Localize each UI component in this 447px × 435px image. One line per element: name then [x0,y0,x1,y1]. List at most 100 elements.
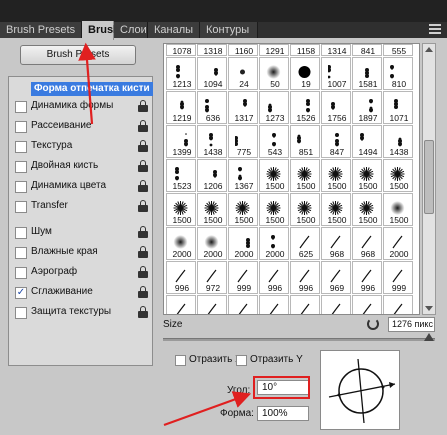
brush-tip-cell[interactable]: 1160 [228,44,258,56]
brush-tip-cell[interactable]: 1438 [383,125,413,158]
option-checkbox[interactable] [15,161,27,173]
brush-tip-cell[interactable]: 1094 [197,57,227,90]
option-checkbox[interactable] [15,227,27,239]
brush-tip-cell[interactable]: 1581 [352,57,382,90]
grid-scrollbar[interactable] [422,43,436,315]
brush-tip-cell[interactable]: 1500 [321,159,351,192]
option-checkbox[interactable] [15,121,27,133]
brush-tip-cell[interactable] [166,295,196,314]
brush-tip-cell[interactable]: 1367 [228,159,258,192]
roundness-input[interactable]: 100% [257,406,309,421]
brush-tip-cell[interactable] [228,295,258,314]
brush-tip-cell[interactable] [383,295,413,314]
brush-tip-cell[interactable]: 1897 [352,91,382,124]
brush-tip-cell[interactable]: 1438 [197,125,227,158]
flip-y-checkbox[interactable]: Отразить Y [236,354,306,368]
brush-tip-cell[interactable]: 968 [352,227,382,260]
option-checkbox[interactable] [15,247,27,259]
brush-tip-cell[interactable]: 968 [321,227,351,260]
brush-tip-cell[interactable]: 1500 [290,159,320,192]
option-checkbox[interactable] [15,101,27,113]
panel-menu-icon[interactable] [429,24,441,34]
option-row[interactable]: Двойная кисть [9,157,152,177]
option-checkbox[interactable] [15,307,27,319]
brush-tip-cell[interactable]: 1500 [197,193,227,226]
brush-tip-cell[interactable]: 996 [259,261,289,294]
option-checkbox[interactable] [15,181,27,193]
brush-tip-cell[interactable]: 969 [321,261,351,294]
brush-tip-cell[interactable]: 24 [228,57,258,90]
brush-tip-cell[interactable]: 841 [352,44,382,56]
brush-tip-cell[interactable]: 996 [166,261,196,294]
size-input[interactable]: 1276 пикс [388,317,435,332]
brush-tip-cell[interactable]: 625 [290,227,320,260]
tab-paths[interactable]: Контуры [200,22,258,38]
option-checkbox[interactable] [15,201,27,213]
flip-x-box[interactable] [175,355,186,366]
lock-icon[interactable] [138,306,148,319]
brush-tip-cell[interactable]: 996 [290,261,320,294]
brush-tip-cell[interactable]: 999 [228,261,258,294]
brush-tip-cell[interactable]: 851 [290,125,320,158]
option-row[interactable]: Аэрограф [9,263,152,283]
lock-icon[interactable] [138,120,148,133]
lock-icon[interactable] [138,226,148,239]
size-slider-thumb[interactable] [424,333,434,341]
brush-tip-cell[interactable]: 1500 [228,193,258,226]
scroll-down-arrow-icon[interactable] [425,306,433,311]
brush-tip-cell[interactable]: 1500 [352,159,382,192]
flip-y-box[interactable] [236,355,247,366]
option-checkbox[interactable] [15,267,27,279]
brush-tip-cell[interactable]: 1500 [383,193,413,226]
brush-tip-cell[interactable]: 19 [290,57,320,90]
option-checkbox[interactable] [15,141,27,153]
brush-tip-cell[interactable]: 1213 [166,57,196,90]
brush-tip-cell[interactable] [352,295,382,314]
brush-tip-cell[interactable]: 1291 [259,44,289,56]
brush-tip-cell[interactable]: 1007 [321,57,351,90]
tab-brush-presets[interactable]: Brush Presets [0,22,82,38]
brush-tip-cell[interactable]: 1500 [352,193,382,226]
option-brush-tip-shape[interactable]: Форма отпечатка кисти [9,79,153,99]
brush-tip-cell[interactable]: 972 [197,261,227,294]
option-row[interactable]: Влажные края [9,243,152,263]
option-row[interactable]: Transfer [9,197,152,217]
size-slider-track[interactable] [163,338,435,341]
brush-tip-cell[interactable]: 555 [383,44,413,56]
lock-icon[interactable] [138,160,148,173]
brush-tip-cell[interactable]: 1206 [197,159,227,192]
brush-tip-cell[interactable]: 1500 [259,159,289,192]
lock-icon[interactable] [138,266,148,279]
scrollbar-thumb[interactable] [424,140,434,214]
brush-tip-cell[interactable]: 1526 [290,91,320,124]
angle-preview-widget[interactable] [320,350,400,430]
brush-tip-cell[interactable]: 1500 [259,193,289,226]
brush-tip-cell[interactable] [197,295,227,314]
brush-tip-cell[interactable]: 636 [197,91,227,124]
brush-tip-cell[interactable]: 2000 [197,227,227,260]
brush-tip-cell[interactable] [321,295,351,314]
option-row[interactable]: Динамика цвета [9,177,152,197]
option-row[interactable]: ✓ Сглаживание [9,283,152,303]
brush-tip-cell[interactable]: 1158 [290,44,320,56]
brush-tip-cell[interactable]: 1523 [166,159,196,192]
brush-tip-cell[interactable]: 1399 [166,125,196,158]
brush-tip-cell[interactable]: 847 [321,125,351,158]
brush-tip-cell[interactable]: 1078 [166,44,196,56]
brush-tip-cell[interactable]: 996 [352,261,382,294]
lock-icon[interactable] [138,246,148,259]
brush-tip-cell[interactable]: 1273 [259,91,289,124]
brush-tip-cell[interactable]: 1494 [352,125,382,158]
tab-layers[interactable]: Слои [114,22,148,38]
lock-icon[interactable] [138,100,148,113]
brush-tip-cell[interactable]: 1317 [228,91,258,124]
brush-tip-cell[interactable]: 1071 [383,91,413,124]
brush-tip-cell[interactable]: 1318 [197,44,227,56]
option-row[interactable]: Текстура [9,137,152,157]
brush-tip-cell[interactable]: 1219 [166,91,196,124]
brush-tip-cell[interactable]: 810 [383,57,413,90]
brush-tip-cell[interactable]: 2000 [383,227,413,260]
lock-icon[interactable] [138,140,148,153]
lock-icon[interactable] [138,180,148,193]
brush-tip-cell[interactable] [290,295,320,314]
